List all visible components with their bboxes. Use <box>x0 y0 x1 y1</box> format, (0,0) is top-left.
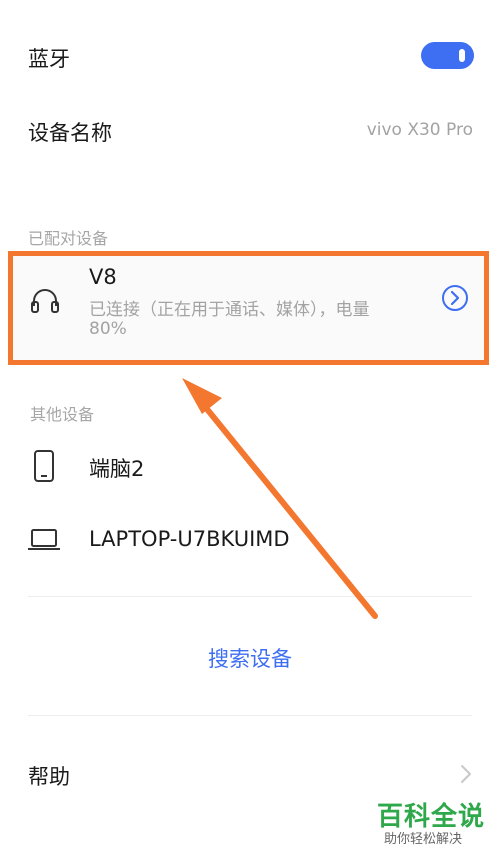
phone-icon <box>33 450 55 486</box>
other-device-item[interactable]: LAPTOP-U7BKUIMD <box>0 514 500 566</box>
divider <box>28 596 472 597</box>
chevron-right-icon <box>460 764 472 788</box>
search-devices-button[interactable]: 搜索设备 <box>0 643 500 673</box>
paired-device-status: 已连接（正在用于通话、媒体），电量 <box>89 300 370 320</box>
paired-device-item[interactable]: V8 已连接（正在用于通话、媒体），电量 80% <box>0 256 500 360</box>
bluetooth-label: 蓝牙 <box>28 47 70 71</box>
help-row[interactable]: 帮助 <box>0 748 500 800</box>
headphones-icon <box>30 286 60 318</box>
toggle-knob <box>459 49 465 62</box>
paired-device-status-line2: 80% <box>89 319 127 339</box>
other-device-name: LAPTOP-U7BKUIMD <box>89 527 290 551</box>
paired-devices-section-label: 已配对设备 <box>28 229 109 248</box>
laptop-icon <box>27 528 61 556</box>
device-name-value: vivo X30 Pro <box>366 120 473 140</box>
paired-device-name: V8 <box>89 265 117 289</box>
other-device-name: 端脑2 <box>89 457 145 481</box>
device-name-label: 设备名称 <box>28 121 112 145</box>
other-device-item[interactable]: 端脑2 <box>0 440 500 492</box>
device-name-row[interactable]: 设备名称 vivo X30 Pro <box>0 104 500 156</box>
bluetooth-toggle[interactable] <box>421 42 474 69</box>
help-label: 帮助 <box>28 765 70 789</box>
device-details-chevron-icon[interactable] <box>441 284 469 316</box>
other-devices-section-label: 其他设备 <box>30 405 95 424</box>
watermark-logo-subtitle: 助你轻松解决 <box>384 832 463 847</box>
divider <box>28 715 472 716</box>
